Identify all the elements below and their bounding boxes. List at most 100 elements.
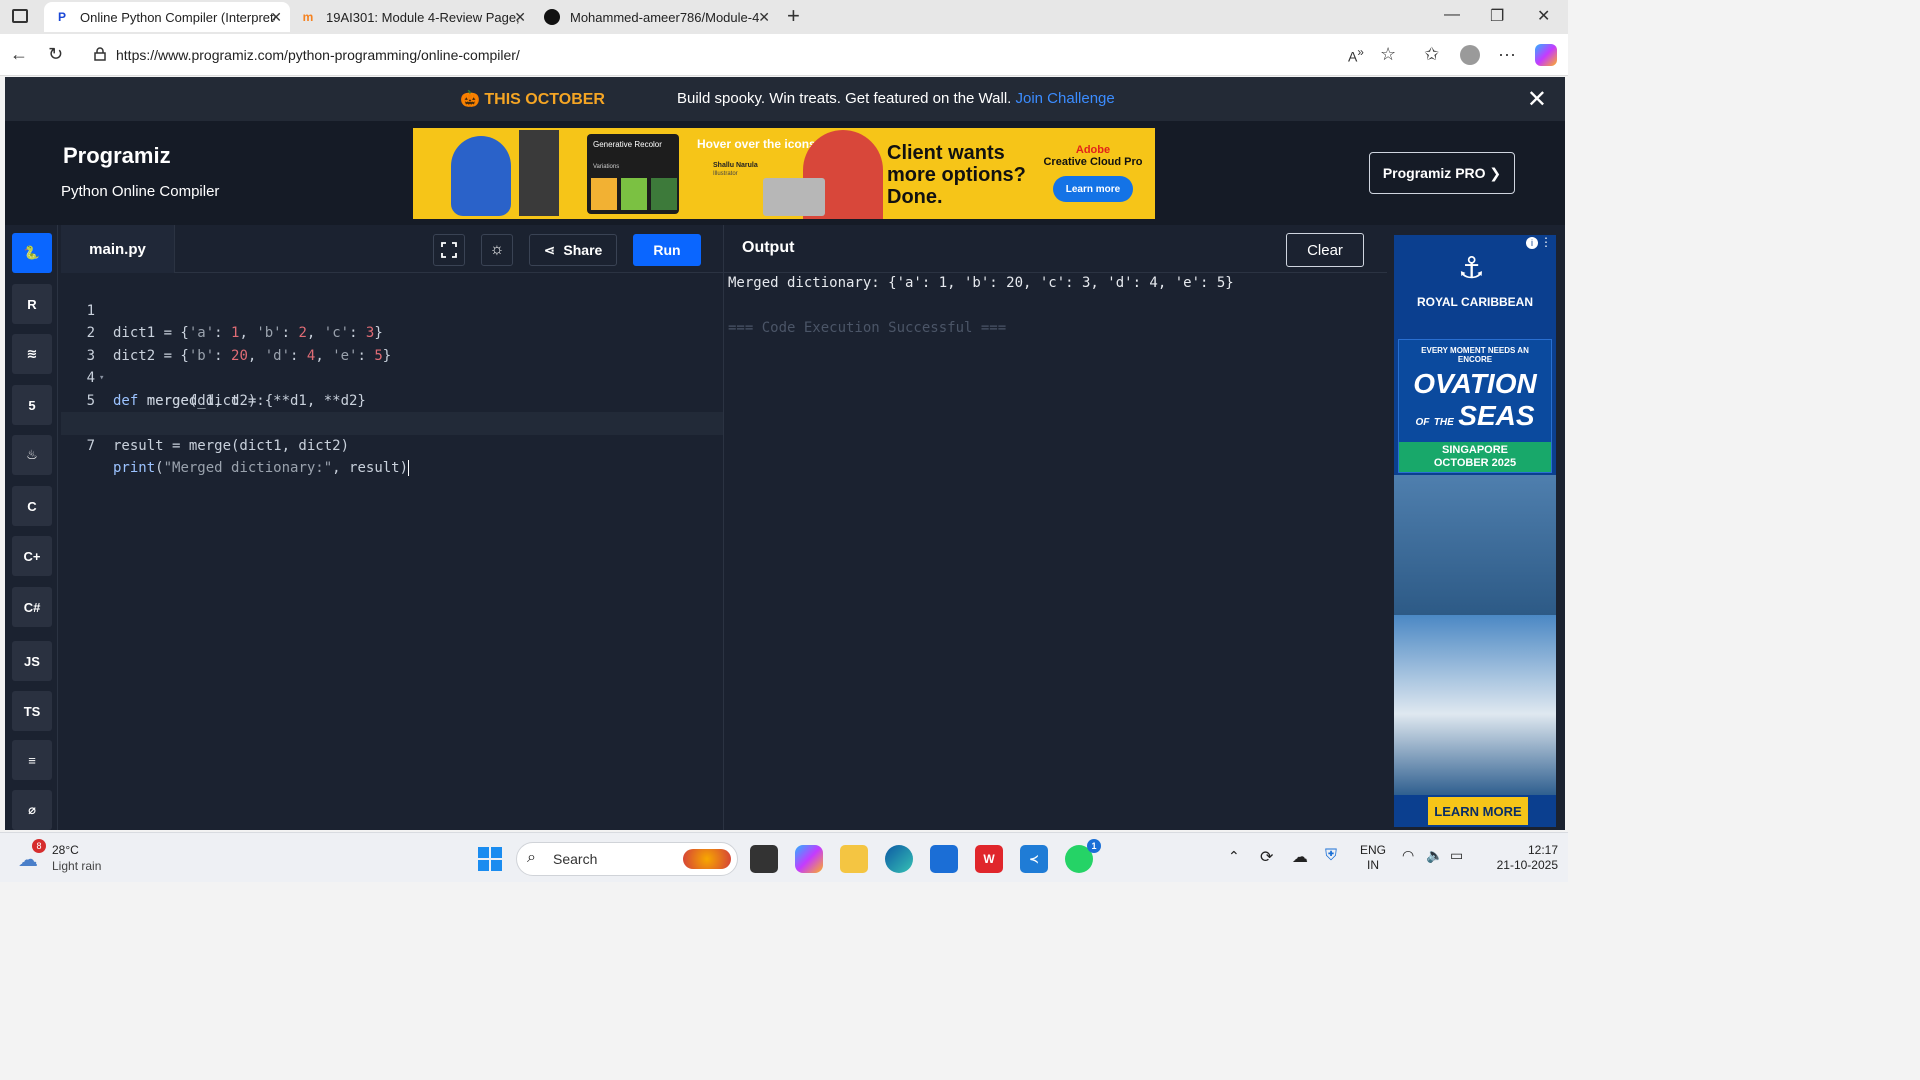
- ad-info-icon[interactable]: i: [1526, 237, 1538, 249]
- code-line[interactable]: 4 merged_dict = {**d1, **d2}: [61, 345, 723, 409]
- close-window-icon[interactable]: ✕: [1537, 6, 1550, 26]
- language-indicator[interactable]: ENG IN: [1356, 843, 1390, 873]
- close-promo-icon[interactable]: ✕: [1527, 85, 1547, 114]
- weather-widget[interactable]: ☁ 8 28°C Light rain: [18, 839, 128, 875]
- ad-laptop: [763, 178, 825, 216]
- minimize-icon[interactable]: —: [1444, 6, 1460, 24]
- code-area[interactable]: 1 dict1 = {'a': 1, 'b': 2, 'c': 3} 2 dic…: [61, 273, 723, 476]
- code-line-current[interactable]: 7 print("Merged dictionary:", result): [61, 412, 723, 476]
- code-line[interactable]: 5 return merged_dict: [61, 367, 723, 432]
- lang-ts-button[interactable]: TS: [12, 691, 52, 731]
- lang-r-button[interactable]: R: [12, 284, 52, 324]
- file-tab-main[interactable]: main.py: [61, 225, 175, 273]
- close-tab-icon[interactable]: ✕: [270, 9, 282, 26]
- clear-button[interactable]: Clear: [1286, 233, 1364, 267]
- wifi-icon[interactable]: ◠: [1402, 847, 1414, 864]
- lang-sql-button[interactable]: ≋: [12, 334, 52, 374]
- sync-icon[interactable]: ⟳: [1260, 847, 1273, 867]
- fullscreen-button[interactable]: [433, 234, 465, 266]
- security-shield-icon[interactable]: ⛨: [1325, 847, 1337, 865]
- share-icon: ⋖: [543, 241, 556, 258]
- programiz-pro-button[interactable]: Programiz PRO ❯: [1369, 152, 1515, 194]
- ad-thumb: [591, 178, 617, 210]
- share-button[interactable]: ⋖ Share: [529, 234, 617, 266]
- page-title: Python Online Compiler: [61, 183, 220, 200]
- code-line[interactable]: 1 dict1 = {'a': 1, 'b': 2, 'c': 3}: [61, 277, 723, 342]
- tab-module4-review[interactable]: m 19AI301: Module 4-Review Page, ✕: [290, 2, 534, 32]
- more-menu-icon[interactable]: ···: [1498, 44, 1516, 65]
- theme-toggle-button[interactable]: ☼: [481, 234, 513, 266]
- r-icon: R: [27, 296, 37, 312]
- close-tab-icon[interactable]: ✕: [514, 9, 526, 26]
- tab-title: 19AI301: Module 4-Review Page,: [326, 9, 520, 25]
- tab-actions-icon[interactable]: [12, 9, 28, 23]
- ad-options-icon[interactable]: ⋮: [1540, 235, 1552, 249]
- show-hidden-icons[interactable]: ⌃: [1228, 848, 1240, 865]
- lang-html-button[interactable]: 5: [12, 385, 52, 425]
- lang-java-button[interactable]: ♨: [12, 435, 52, 475]
- edge-icon[interactable]: [885, 845, 913, 873]
- lang-go-button[interactable]: ⌀: [12, 790, 52, 830]
- ad-ship-line2: OF THE SEAS: [1415, 400, 1535, 431]
- ad-thumb: [651, 178, 677, 210]
- programiz-logo[interactable]: Programiz: [63, 143, 171, 169]
- close-tab-icon[interactable]: ✕: [758, 9, 770, 26]
- windows-logo-icon: [478, 847, 502, 871]
- lang-cpp-button[interactable]: C+: [12, 536, 52, 576]
- lang-js-button[interactable]: JS: [12, 641, 52, 681]
- lang-python-button[interactable]: 🐍: [12, 233, 52, 273]
- c-icon: C: [27, 498, 37, 514]
- adobe-ad-banner[interactable]: Generative Recolor Variations Hover over…: [413, 128, 1155, 219]
- back-icon[interactable]: ←: [10, 44, 28, 65]
- output-result: Merged dictionary: {'a': 1, 'b': 20, 'c'…: [728, 275, 1234, 291]
- wps-office-icon[interactable]: W: [975, 845, 1003, 873]
- profile-avatar[interactable]: [1460, 45, 1480, 65]
- royal-caribbean-ad[interactable]: i ⋮ ⚓ ROYAL CARIBBEAN EVERY MOMENT NEEDS…: [1394, 235, 1556, 827]
- vscode-icon[interactable]: ≺: [1020, 845, 1048, 873]
- code-text: print("Merged dictionary:", result): [113, 460, 410, 476]
- tab-github[interactable]: Mohammed-ameer786/Module-4 ✕: [534, 2, 778, 32]
- code-line[interactable]: 2 dict2 = {'b': 20, 'd': 4, 'e': 5}: [61, 300, 723, 364]
- moodle-favicon-icon: m: [302, 10, 314, 24]
- lang-c-button[interactable]: C: [12, 486, 52, 526]
- ad-brand: ROYAL CARIBBEAN: [1416, 295, 1533, 309]
- run-button[interactable]: Run: [633, 234, 701, 266]
- lang-csharp-button[interactable]: C#: [12, 587, 52, 627]
- task-view-icon[interactable]: [750, 845, 778, 873]
- editor-toolbar: main.py ☼ ⋖ Share Run: [61, 225, 723, 273]
- ad-bird-illustration: [451, 136, 511, 216]
- lang-swift-button[interactable]: ≡: [12, 740, 52, 780]
- clock[interactable]: 12:17 21-10-2025: [1480, 843, 1558, 873]
- new-tab-icon[interactable]: +: [787, 3, 800, 29]
- tab-programiz[interactable]: P Online Python Compiler (Interpreter) ✕: [44, 2, 290, 32]
- url-field[interactable]: https://www.programiz.com/python-program…: [84, 40, 1408, 70]
- favorites-icon[interactable]: ✩: [1424, 44, 1439, 65]
- adobe-brand: Adobe Creative Cloud Pro: [1043, 144, 1143, 168]
- sun-icon: ☼: [489, 241, 505, 258]
- search-icon: ⌕: [527, 849, 536, 866]
- whatsapp-icon[interactable]: 1: [1065, 839, 1101, 873]
- ts-icon: TS: [23, 703, 41, 719]
- copilot-icon[interactable]: [1535, 44, 1557, 66]
- copilot-app-icon[interactable]: [795, 845, 823, 873]
- read-aloud-icon[interactable]: A»: [1348, 46, 1364, 65]
- file-explorer-icon[interactable]: [840, 845, 868, 873]
- restore-icon[interactable]: ❐: [1490, 6, 1504, 26]
- onedrive-icon[interactable]: ☁: [1292, 847, 1308, 867]
- battery-icon[interactable]: ▭: [1450, 847, 1463, 864]
- store-icon[interactable]: [930, 845, 958, 873]
- favorite-star-icon[interactable]: ☆: [1380, 44, 1396, 65]
- start-button[interactable]: [476, 845, 504, 873]
- code-line[interactable]: 3 ▾ def merge(d1, d2):: [61, 322, 723, 409]
- code-line[interactable]: 6 result = merge(dict1, dict2): [61, 390, 723, 454]
- refresh-icon[interactable]: ↻: [48, 44, 63, 65]
- volume-icon[interactable]: 🔈: [1426, 847, 1443, 864]
- weather-badge: 8: [32, 839, 46, 853]
- browser-tab-bar: P Online Python Compiler (Interpreter) ✕…: [0, 0, 1568, 34]
- cpp-icon: C+: [23, 548, 41, 564]
- fullscreen-icon: [441, 242, 457, 258]
- taskbar-search[interactable]: ⌕ Search: [516, 842, 738, 876]
- ad-learn-more-button[interactable]: Learn more: [1053, 176, 1133, 202]
- join-challenge-link[interactable]: Join Challenge: [1016, 90, 1115, 107]
- ad-learn-more-button[interactable]: LEARN MORE: [1428, 797, 1528, 825]
